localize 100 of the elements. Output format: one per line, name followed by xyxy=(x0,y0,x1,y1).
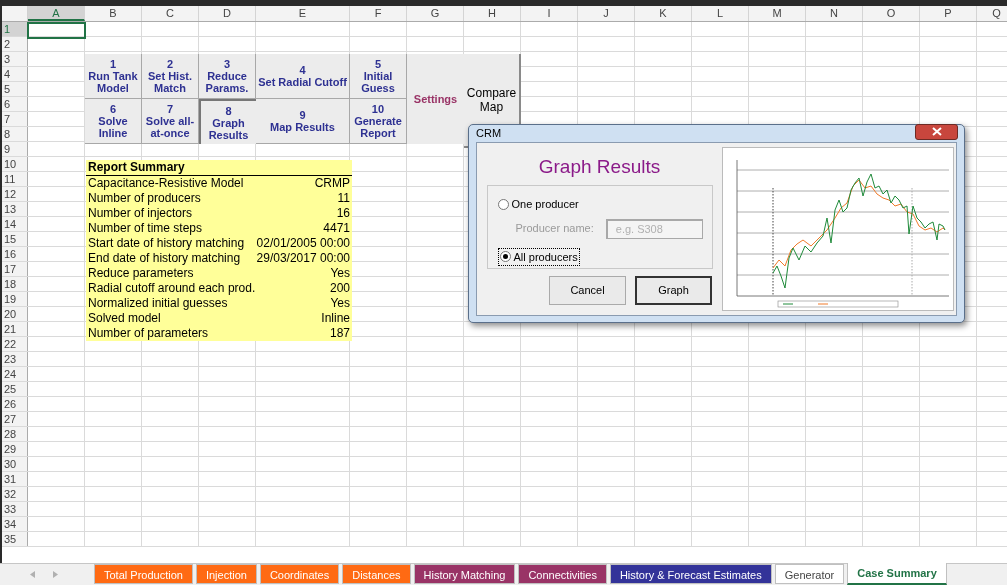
row-header[interactable]: 19 xyxy=(2,292,28,306)
table-cell: 16 xyxy=(336,206,350,221)
dialog-heading: Graph Results xyxy=(538,155,661,179)
table-cell: Number of injectors xyxy=(88,206,193,221)
radio-button[interactable]: One producer xyxy=(497,196,579,213)
macro-button[interactable]: 5 Initial Guess xyxy=(350,54,407,99)
table-cell: Yes xyxy=(330,296,350,311)
row-header[interactable]: 4 xyxy=(2,67,28,81)
table-cell: Inline xyxy=(321,311,350,326)
table-cell: 11 xyxy=(337,191,350,206)
row-header[interactable]: 35 xyxy=(2,532,28,546)
row-header[interactable]: 13 xyxy=(2,202,28,216)
row-header[interactable]: 20 xyxy=(2,307,28,321)
row-header[interactable]: 28 xyxy=(2,427,28,441)
row-header[interactable]: 31 xyxy=(2,472,28,486)
column-header[interactable]: C xyxy=(142,6,199,21)
macro-button[interactable]: 7 Solve all- at-once xyxy=(142,99,199,144)
sheet-tab[interactable]: Connectivities xyxy=(518,564,607,584)
macro-button[interactable]: 4 Set Radial Cutoff xyxy=(256,54,350,99)
table-cell: 29/03/2017 00:00 xyxy=(256,251,350,266)
column-header[interactable]: O xyxy=(863,6,920,21)
row-header[interactable]: 1 xyxy=(2,22,28,36)
row-header[interactable]: 21 xyxy=(2,322,28,336)
column-header[interactable]: J xyxy=(578,6,635,21)
row-header[interactable]: 14 xyxy=(2,217,28,231)
macro-button[interactable]: 8 Graph Results xyxy=(199,99,256,144)
row-header[interactable]: 34 xyxy=(2,517,28,531)
row-header[interactable]: 6 xyxy=(2,97,28,111)
column-header[interactable]: I xyxy=(521,6,578,21)
table-title: Report Summary xyxy=(86,160,352,176)
column-header[interactable]: K xyxy=(635,6,692,21)
scroll-left-icon[interactable] xyxy=(30,570,35,578)
column-header[interactable]: Q xyxy=(977,6,1007,21)
macro-button[interactable]: 10 Generate Report xyxy=(350,99,407,144)
radio-button[interactable]: All producers xyxy=(497,247,580,266)
row-header[interactable]: 29 xyxy=(2,442,28,456)
column-header[interactable]: D xyxy=(199,6,256,21)
row-header[interactable]: 16 xyxy=(2,247,28,261)
column-header[interactable]: G xyxy=(407,6,464,21)
row-header[interactable]: 12 xyxy=(2,187,28,201)
sheet-tab[interactable]: Generator xyxy=(774,564,845,584)
close-button[interactable] xyxy=(915,123,958,140)
column-header[interactable]: A xyxy=(28,6,85,21)
table-cell: Capacitance-Resistive Model xyxy=(88,176,244,191)
table-cell: CRMP xyxy=(314,176,350,191)
sheet-tab[interactable]: History & Forecast Estimates xyxy=(609,564,772,584)
row-header[interactable]: 17 xyxy=(2,262,28,276)
table-cell: 02/01/2005 00:00 xyxy=(256,236,350,251)
row-header[interactable]: 27 xyxy=(2,412,28,426)
table-cell: Number of parameters xyxy=(88,326,209,341)
selected-cell-outline xyxy=(27,22,86,39)
dialog-button[interactable]: Cancel xyxy=(549,276,626,305)
table-cell: Normalized initial guesses xyxy=(88,296,228,311)
settings-button[interactable]: Settings xyxy=(407,54,464,144)
table-cell: End date of history matching xyxy=(88,251,241,266)
row-header[interactable]: 30 xyxy=(2,457,28,471)
row-header[interactable]: 33 xyxy=(2,502,28,516)
dialog-button[interactable]: Graph xyxy=(635,276,712,305)
column-header[interactable]: L xyxy=(692,6,749,21)
row-header[interactable]: 9 xyxy=(2,142,28,156)
row-header[interactable]: 2 xyxy=(2,37,28,51)
table-cell: Yes xyxy=(330,266,350,281)
table-cell: Number of time steps xyxy=(88,221,203,236)
table-cell: 187 xyxy=(329,326,350,341)
row-header[interactable]: 26 xyxy=(2,397,28,411)
window-title: CRM xyxy=(476,126,502,142)
column-header[interactable]: H xyxy=(464,6,521,21)
row-header[interactable]: 25 xyxy=(2,382,28,396)
row-header[interactable]: 32 xyxy=(2,487,28,501)
macro-button[interactable]: 6 Solve Inline xyxy=(85,99,142,144)
field-label: Producer name: xyxy=(515,221,594,237)
macro-button[interactable]: 1 Run Tank Model xyxy=(85,54,142,99)
table-cell: 200 xyxy=(329,281,350,296)
row-header[interactable]: 22 xyxy=(2,337,28,351)
column-header[interactable]: N xyxy=(806,6,863,21)
row-header[interactable]: 11 xyxy=(2,172,28,186)
column-header[interactable]: P xyxy=(920,6,977,21)
table-cell: 4471 xyxy=(323,221,350,236)
row-header[interactable]: 24 xyxy=(2,367,28,381)
row-header[interactable]: 23 xyxy=(2,352,28,366)
row-header[interactable]: 15 xyxy=(2,232,28,246)
macro-button[interactable]: 2 Set Hist. Match xyxy=(142,54,199,99)
row-header[interactable]: 8 xyxy=(2,127,28,141)
column-header[interactable]: F xyxy=(350,6,407,21)
sheet-tab[interactable]: History Matching xyxy=(413,564,516,584)
row-header[interactable]: 18 xyxy=(2,277,28,291)
row-header[interactable]: 5 xyxy=(2,82,28,96)
column-header[interactable]: M xyxy=(749,6,806,21)
macro-button[interactable]: 9 Map Results xyxy=(256,99,350,144)
macro-button[interactable]: 3 Reduce Params. xyxy=(199,54,256,99)
table-cell: Solved model xyxy=(88,311,161,326)
table-cell: Start date of history matching xyxy=(88,236,245,251)
row-header[interactable]: 3 xyxy=(2,52,28,66)
scroll-right-icon[interactable] xyxy=(53,570,58,578)
sheet-tab[interactable]: Case Summary xyxy=(847,563,947,585)
column-header[interactable]: B xyxy=(85,6,142,21)
column-header[interactable]: E xyxy=(256,6,350,21)
table-cell: Number of producers xyxy=(88,191,201,206)
row-header[interactable]: 7 xyxy=(2,112,28,126)
row-header[interactable]: 10 xyxy=(2,157,28,171)
